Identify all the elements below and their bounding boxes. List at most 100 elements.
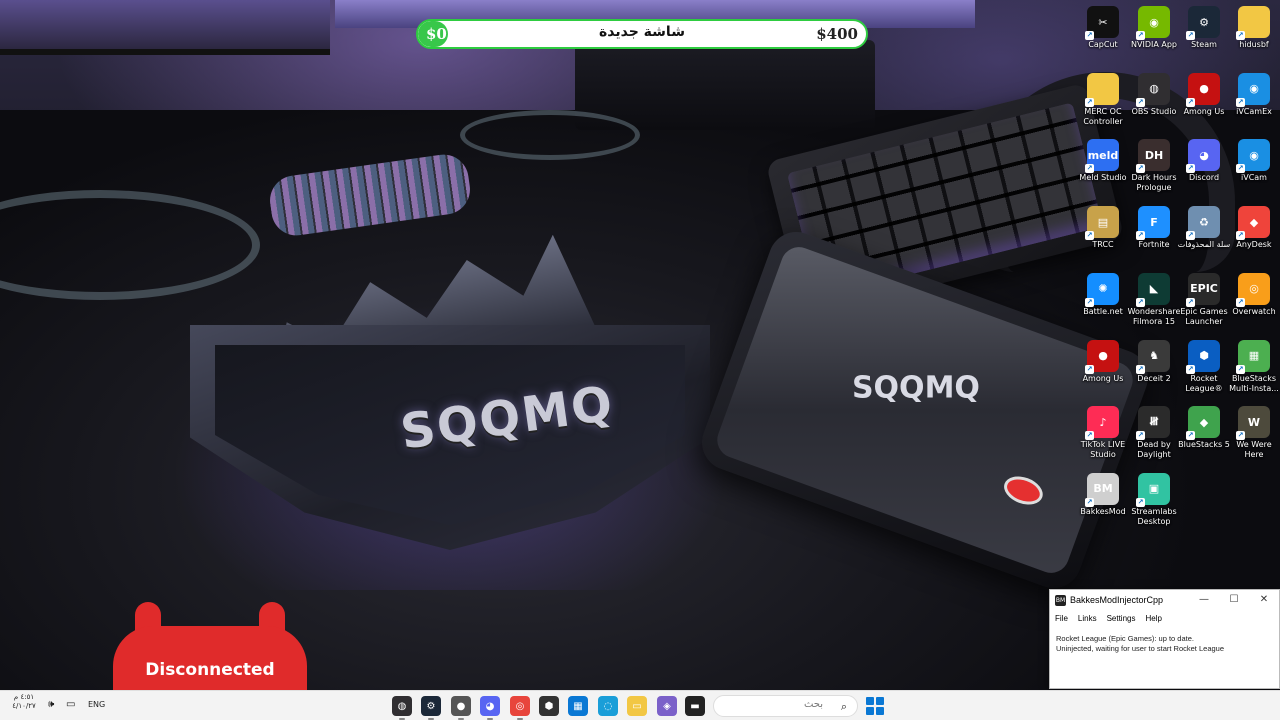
icon-glyph: ◉ [1149,15,1159,29]
menu-help[interactable]: Help [1145,614,1161,623]
desktop-shortcut-streamlabs[interactable]: ▣ ↗ Streamlabs Desktop [1126,472,1182,527]
taskbar-search-box[interactable]: بحث ⌕ [713,695,858,717]
taskbar-app-photos[interactable]: ◈ [657,696,677,716]
desktop-shortcut-epic-games[interactable]: EPIC ↗ Epic Games Launcher [1176,272,1232,327]
menu-settings[interactable]: Settings [1107,614,1136,623]
nvidia-icon: ◉ ↗ [1136,6,1170,40]
shortcut-arrow-icon: ↗ [1085,97,1094,107]
menu-file[interactable]: File [1055,614,1068,623]
desktop-shortcut-folder[interactable]: ↗ MERC OC Controller [1075,72,1131,127]
capcut-icon: ✂ ↗ [1085,6,1119,40]
window-icon: ▬ [690,700,700,712]
shortcut-arrow-icon: ↗ [1186,97,1195,107]
desktop-shortcut-bakkesmod[interactable]: BM ↗ BakkesMod [1075,472,1131,517]
desktop-shortcut-capcut[interactable]: ✂ ↗ CapCut [1075,6,1131,50]
shortcut-arrow-icon: ↗ [1236,297,1245,307]
overwatch-icon: ◎ ↗ [1236,272,1270,307]
taskbar-app-cube[interactable]: ⬢ [539,696,559,716]
taskbar-app-discord[interactable]: ◕ [480,696,500,720]
desktop-shortcut-among-us[interactable]: ● ↗ Among Us [1075,339,1131,384]
desktop-shortcut-battlenet[interactable]: ✺ ↗ Battle.net [1075,272,1131,317]
shortcut-arrow-icon: ↗ [1186,431,1195,441]
window-menubar: File Links Settings Help [1050,610,1279,626]
desktop-shortcut-among-us[interactable]: ● ↗ Among Us [1176,72,1232,117]
desktop-shortcut-meld[interactable]: meld ↗ Meld Studio [1075,139,1131,183]
taskbar-app-among-us[interactable]: ● [451,696,471,720]
desktop-shortcut-steam[interactable]: ⚙ ↗ Steam [1176,6,1232,50]
icon-glyph: ● [1098,349,1108,362]
icon-glyph: ● [1199,82,1209,96]
desktop-shortcut-obs[interactable]: ◍ ↗ OBS Studio [1126,72,1182,117]
desktop-shortcut-label: Streamlabs Desktop [1131,506,1177,526]
desktop-shortcut-nvidia[interactable]: ◉ ↗ NVIDIA App [1126,6,1182,50]
desktop-shortcut-ivcam[interactable]: ◉ ↗ iVCam [1226,139,1280,183]
deceit-icon: ♞ ↗ [1136,339,1170,374]
shortcut-arrow-icon: ↗ [1085,297,1094,307]
desktop-shortcut-fortnite[interactable]: F ↗ Fortnite [1126,206,1182,250]
shortcut-arrow-icon: ↗ [1236,164,1245,174]
discord-icon: ◕ ↗ [1186,139,1220,174]
language-indicator[interactable]: ENG [88,700,105,709]
desktop-shortcut-anydesk[interactable]: ◆ ↗ AnyDesk [1226,206,1280,250]
menu-links[interactable]: Links [1078,614,1097,623]
desktop-shortcut-tiktok[interactable]: ♪ ↗ TikTok LIVE Studio [1075,406,1131,460]
desktop-shortcut-bluestacks[interactable]: ◆ ↗ BlueStacks 5 [1176,406,1232,450]
status-log-line: Uninjected, waiting for user to start Ro… [1056,644,1225,653]
desktop-shortcut-folder[interactable]: ↗ hidusbf [1226,6,1280,50]
desktop-shortcut-overwatch[interactable]: ◎ ↗ Overwatch [1226,272,1280,317]
bluestacks-multi-icon: ▦ ↗ [1236,339,1270,374]
shortcut-arrow-icon: ↗ [1085,164,1094,174]
close-button[interactable]: ✕ [1249,590,1279,610]
steam-icon: ⚙ ↗ [1186,6,1220,40]
volume-icon[interactable]: 🕪 [48,699,54,710]
desktop-shortcut-discord[interactable]: ◕ ↗ Discord [1176,139,1232,183]
icon-glyph: ⚙ [1199,15,1209,29]
shortcut-arrow-icon: ↗ [1136,31,1145,40]
taskbar-app-folder[interactable]: ▭ [627,696,647,716]
taskbar-app-edge[interactable]: ◌ [598,696,618,716]
icon-glyph: ♞ [1149,349,1159,362]
icon-glyph: ♻ [1199,215,1209,229]
desktop-shortcut-we-were-here[interactable]: W ↗ We Were Here [1226,406,1280,460]
tray-clock[interactable]: ٤:٥١ م ٤/١٠/٢٧ [6,693,42,711]
desktop-shortcut-rocket-league[interactable]: ⬢ ↗ Rocket League® [1176,339,1232,394]
desktop-shortcut-filmora[interactable]: ◣ ↗ Wondershare Filmora 15 [1126,272,1182,327]
bakkesmod-injector-window[interactable]: BM BakkesModInjectorCpp — ☐ ✕ File Links… [1049,589,1280,689]
desktop-shortcut-dark-hours[interactable]: DH ↗ Dark Hours Prologue [1126,139,1182,193]
folder-icon: ↗ [1236,6,1270,40]
maximize-button[interactable]: ☐ [1219,590,1249,610]
desktop-shortcut-trcc[interactable]: ▤ ↗ TRCC [1075,206,1131,250]
icon-glyph: ◍ [1149,82,1159,96]
desktop-shortcut-label: MERC OC Controller [1083,106,1123,126]
search-icon: ⌕ [840,700,847,713]
desktop-shortcut-dead-by-daylight[interactable]: 𝍸 ↗ Dead by Daylight [1126,406,1182,460]
taskbar-app-store[interactable]: ▦ [568,696,588,716]
taskbar-app-chrome[interactable]: ◎ [510,696,530,720]
taskbar-app-obs[interactable]: ◍ [392,696,412,720]
desktop-shortcut-recycle-bin[interactable]: ♻ ↗ سلة المحذوفات [1176,206,1232,250]
shortcut-arrow-icon: ↗ [1236,231,1245,241]
rocket-league-icon: ⬢ ↗ [1186,339,1220,374]
desktop-shortcut-ivcam[interactable]: ◉ ↗ iVCamEx [1226,72,1280,117]
shortcut-arrow-icon: ↗ [1236,364,1245,374]
desktop-shortcut-label: Rocket League® [1185,373,1223,393]
icon-glyph: ◆ [1199,415,1209,429]
desktop-shortcut-label: Fortnite [1138,240,1170,250]
desktop-shortcut-deceit[interactable]: ♞ ↗ Deceit 2 [1126,339,1182,384]
controller-status-label: Disconnected [145,660,275,680]
taskbar-app-window[interactable]: ▬ [685,696,705,716]
desktop-shortcut-label: Deceit 2 [1137,373,1171,383]
photos-icon: ◈ [663,700,671,712]
minimize-button[interactable]: — [1189,590,1219,610]
desktop-shortcut-label: Among Us [1082,373,1124,383]
taskbar-app-steam[interactable]: ⚙ [421,696,441,720]
window-titlebar[interactable]: BM BakkesModInjectorCpp — ☐ ✕ [1050,590,1279,610]
network-icon[interactable]: ▭ [66,699,75,710]
desktop-shortcut-label: NVIDIA App [1131,40,1177,49]
start-button[interactable] [866,697,884,715]
icon-glyph: BM [1093,482,1113,496]
shortcut-arrow-icon: ↗ [1186,297,1195,307]
battlenet-icon: ✺ ↗ [1085,272,1119,307]
desktop-shortcut-bluestacks-multi[interactable]: ▦ ↗ BlueStacks Multi-Insta... [1226,339,1280,394]
recycle-bin-icon: ♻ ↗ [1186,206,1220,241]
